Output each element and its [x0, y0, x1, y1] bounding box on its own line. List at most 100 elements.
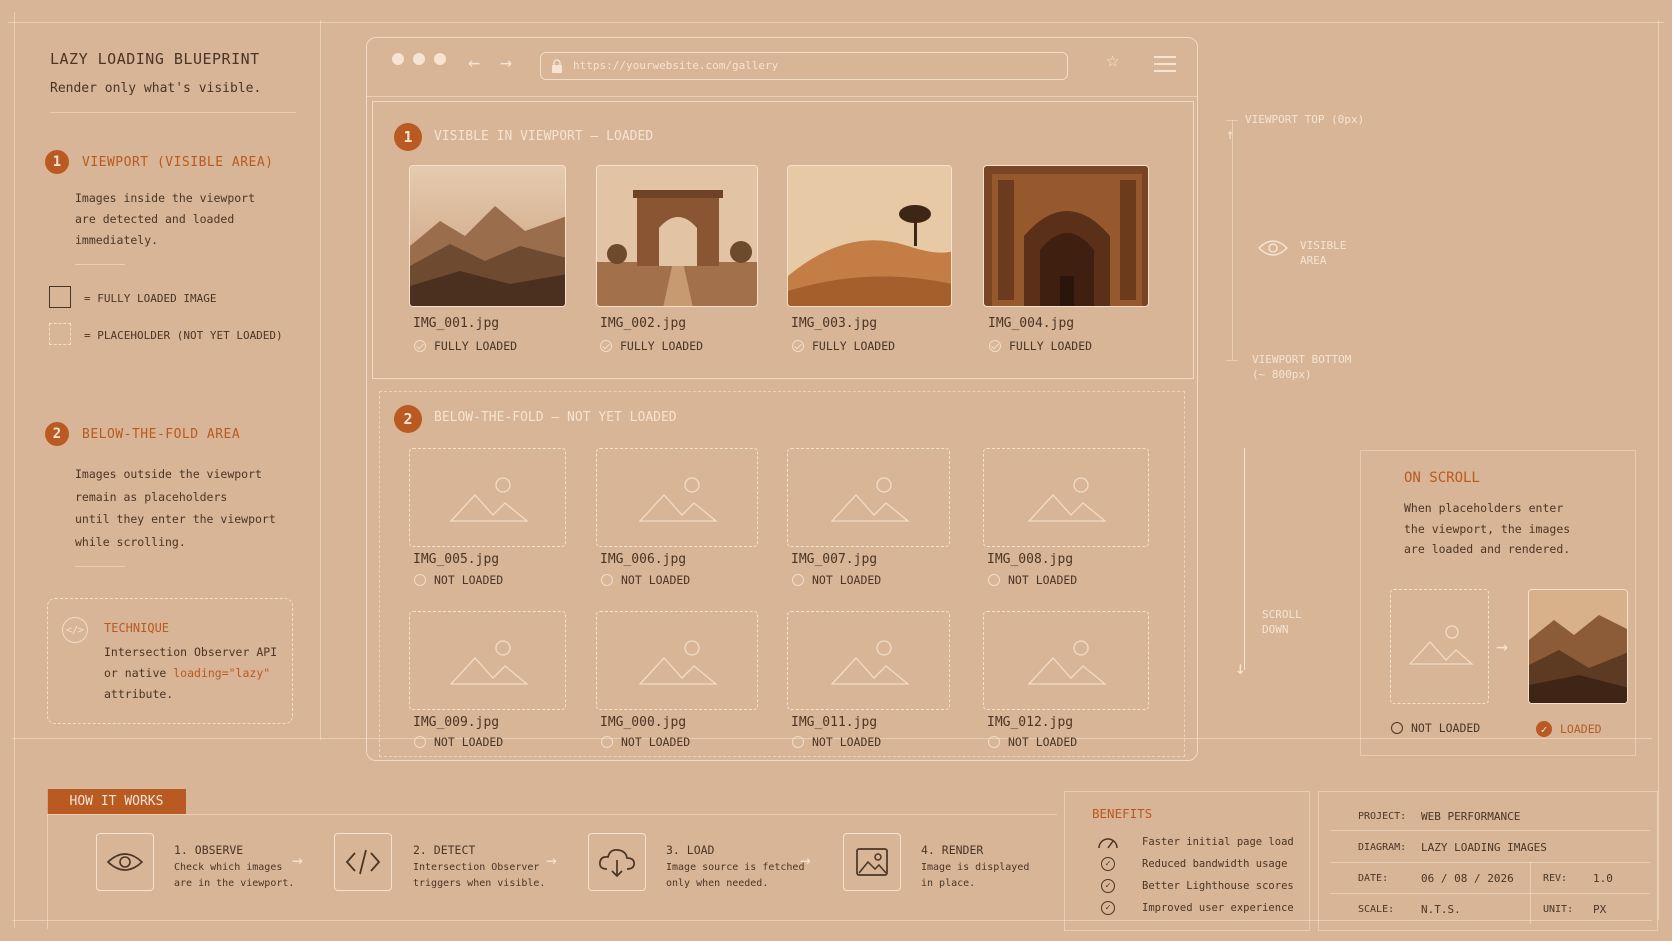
right-arrow-icon: → [800, 850, 811, 871]
loaded-example-image [1528, 589, 1628, 704]
image-placeholder-icon [638, 477, 718, 522]
right-arrow-icon: → [1496, 634, 1509, 658]
divider [75, 264, 125, 265]
viewport-top-label: VIEWPORT TOP (0px) [1245, 113, 1365, 126]
below-description: Images outside the viewport remain as pl… [75, 467, 276, 549]
frame-line [8, 22, 1664, 23]
image-placeholder [596, 611, 758, 710]
empty-circle-icon [601, 736, 613, 748]
placeholder-key-swatch [49, 323, 71, 345]
image-status: FULLY LOADED [414, 339, 517, 353]
viewport-description: Images inside the viewport are detected … [75, 191, 256, 247]
image-placeholder-icon [638, 640, 718, 685]
gallery-image-mountains[interactable] [409, 165, 566, 307]
image-status: FULLY LOADED [600, 339, 703, 353]
down-arrow-icon: ↓ [1235, 658, 1246, 679]
image-status: FULLY LOADED [989, 339, 1092, 353]
unit-key: UNIT: [1543, 904, 1574, 915]
right-arrow-icon: → [292, 850, 303, 871]
technique-title: TECHNIQUE [104, 621, 170, 635]
gauge-icon [1097, 834, 1119, 854]
image-status: NOT LOADED [601, 735, 690, 749]
image-status: NOT LOADED [601, 573, 690, 587]
image-icon [856, 848, 888, 876]
gallery-image-gateway[interactable] [596, 165, 758, 307]
benefit-item: Reduced bandwidth usage [1142, 858, 1288, 870]
image-status: NOT LOADED [792, 573, 881, 587]
page-subtitle: Render only what's visible. [50, 81, 262, 96]
window-dot-icon[interactable] [392, 53, 404, 65]
frame-line [1658, 20, 1659, 920]
title-block-rule [1330, 893, 1650, 894]
gallery-image-dune[interactable] [787, 165, 952, 307]
scale-value: N.T.S. [1421, 903, 1461, 916]
forward-arrow-icon[interactable]: → [500, 52, 512, 72]
image-filename: IMG_001.jpg [413, 316, 500, 331]
image-filename: IMG_004.jpg [988, 316, 1075, 331]
back-arrow-icon[interactable]: ← [468, 52, 480, 72]
scroll-down-label: SCROLL DOWN [1262, 608, 1302, 636]
placeholder-key-label: = PLACEHOLDER (NOT YET LOADED) [84, 329, 283, 342]
check-filled-icon: ✓ [1536, 721, 1552, 737]
empty-circle-icon [792, 736, 804, 748]
check-circle-icon [792, 340, 804, 352]
image-filename: IMG_000.jpg [600, 715, 687, 730]
image-placeholder [983, 611, 1149, 710]
star-icon[interactable]: ☆ [1106, 50, 1119, 72]
gallery-image-carved-arch[interactable] [983, 165, 1149, 307]
image-placeholder-icon [449, 640, 529, 685]
on-scroll-title: ON SCROLL [1404, 470, 1480, 486]
cloud-download-icon [599, 849, 635, 878]
image-filename: IMG_008.jpg [987, 552, 1074, 567]
placeholder-example [1390, 589, 1489, 704]
lock-icon [552, 59, 562, 73]
step-title: 1. OBSERVE [174, 843, 244, 857]
divider [47, 814, 1057, 815]
empty-circle-icon [414, 736, 426, 748]
image-filename: IMG_006.jpg [600, 552, 687, 567]
image-status: NOT LOADED [988, 573, 1077, 587]
window-dot-icon[interactable] [413, 53, 425, 65]
image-placeholder-icon [830, 640, 910, 685]
date-value: 06 / 08 / 2026 [1421, 872, 1514, 885]
diagram-key: DIAGRAM: [1358, 842, 1407, 853]
check-circle-icon: ✓ [1101, 901, 1115, 915]
step-title: 3. LOAD [666, 843, 715, 857]
viewport-bottom-label: VIEWPORT BOTTOM (~ 800px) [1252, 353, 1352, 381]
window-dot-icon[interactable] [434, 53, 446, 65]
image-status: NOT LOADED [414, 735, 503, 749]
image-filename: IMG_005.jpg [413, 552, 500, 567]
below-section-title: BELOW-THE-FOLD – NOT YET LOADED [434, 410, 677, 425]
frame-line [320, 20, 321, 740]
loaded-key-swatch [49, 286, 71, 308]
empty-circle-icon [601, 574, 613, 586]
step-load-box [588, 833, 646, 891]
image-placeholder-icon [1027, 477, 1107, 522]
empty-circle-icon [792, 574, 804, 586]
empty-circle-icon [1391, 722, 1403, 734]
image-filename: IMG_009.jpg [413, 715, 500, 730]
image-placeholder-icon [1408, 625, 1474, 665]
benefit-item: Better Lighthouse scores [1142, 880, 1294, 892]
step-render-box [843, 833, 901, 891]
image-placeholder [787, 611, 950, 710]
address-bar[interactable]: https://yourwebsite.com/gallery [540, 52, 1068, 80]
scale-key: SCALE: [1358, 904, 1395, 915]
visible-section-title: VISIBLE IN VIEWPORT – LOADED [434, 129, 654, 144]
title-block-rule [1330, 862, 1650, 863]
image-status: FULLY LOADED [792, 339, 895, 353]
section-number-2: 2 [394, 405, 422, 433]
section-number-1: 1 [45, 150, 69, 174]
unit-value: PX [1593, 903, 1607, 916]
how-it-works-label: HOW IT WORKS [47, 789, 186, 814]
eye-icon [1257, 238, 1289, 262]
url-text: https://yourwebsite.com/gallery [573, 59, 779, 72]
benefits-title: BENEFITS [1092, 806, 1153, 821]
step-description: Check which images are in the viewport. [174, 862, 295, 889]
step-detect-box [334, 833, 392, 891]
diagram-value: LAZY LOADING IMAGES [1421, 841, 1547, 854]
viewport-section-title: VIEWPORT (VISIBLE AREA) [82, 155, 274, 170]
menu-icon[interactable] [1154, 56, 1176, 72]
up-arrow-icon: ↑ [1226, 127, 1235, 143]
project-value: WEB PERFORMANCE [1421, 810, 1521, 823]
